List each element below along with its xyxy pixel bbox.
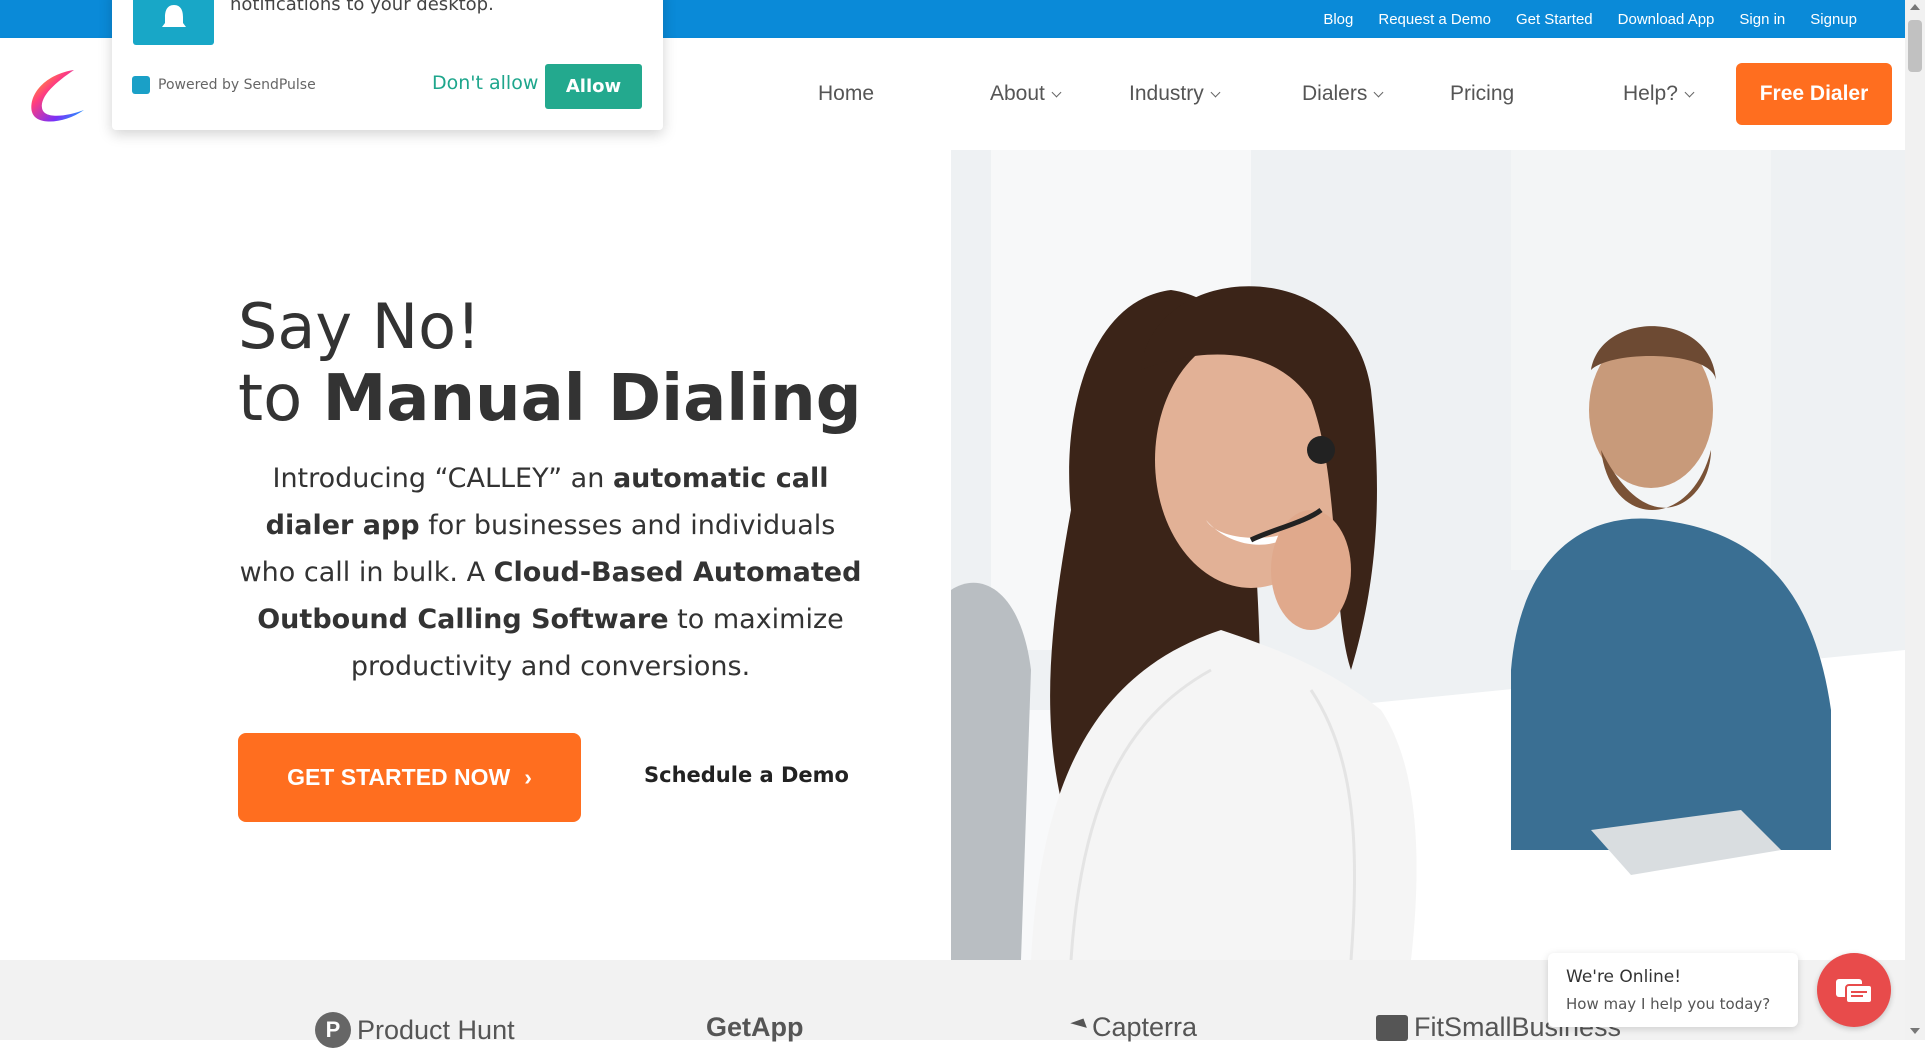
nav-industry-label: Industry xyxy=(1129,82,1204,105)
hero-intro: Introducing “CALLEY” an automatic call d… xyxy=(238,455,863,690)
dont-allow-button[interactable]: Don't allow xyxy=(432,72,538,94)
page-scrollbar[interactable] xyxy=(1905,0,1925,1040)
chevron-down-icon xyxy=(1684,87,1695,97)
popup-message: notifications to your desktop. xyxy=(230,0,494,15)
free-dialer-button[interactable]: Free Dialer xyxy=(1736,63,1892,125)
nav-about[interactable]: About xyxy=(990,82,1062,106)
chat-greeting-bubble[interactable]: We're Online! How may I help you today? xyxy=(1548,953,1798,1027)
powered-by-label: Powered by SendPulse xyxy=(132,76,316,94)
chevron-down-icon xyxy=(1051,87,1062,97)
briefcase-icon xyxy=(1376,1014,1408,1041)
nav-industry[interactable]: Industry xyxy=(1129,82,1221,106)
chat-icon xyxy=(1836,979,1873,1004)
nav-about-label: About xyxy=(990,82,1045,105)
capterra-logo[interactable]: Capterra xyxy=(1057,1012,1198,1043)
allow-button[interactable]: Allow xyxy=(545,64,642,109)
nav-dialers[interactable]: Dialers xyxy=(1302,82,1384,106)
scrollbar-thumb[interactable] xyxy=(1908,20,1922,72)
cta-label: GET STARTED NOW xyxy=(287,764,511,790)
capterra-label: Capterra xyxy=(1092,1012,1198,1042)
sign-in-link[interactable]: Sign in xyxy=(1739,11,1785,28)
chevron-down-icon xyxy=(1373,87,1384,97)
product-hunt-label: Product Hunt xyxy=(357,1014,515,1045)
sendpulse-icon xyxy=(132,76,150,94)
request-demo-link[interactable]: Request a Demo xyxy=(1378,11,1491,28)
get-started-now-button[interactable]: GET STARTED NOW › xyxy=(238,733,581,822)
call-center-photo xyxy=(951,150,1905,960)
nav-dialers-label: Dialers xyxy=(1302,82,1368,105)
nav-help[interactable]: Help? xyxy=(1623,82,1695,106)
chat-subtitle: How may I help you today? xyxy=(1566,995,1771,1013)
chevron-down-icon xyxy=(1210,87,1221,97)
capterra-arrow-icon xyxy=(1057,1018,1087,1037)
product-hunt-logo[interactable]: P Product Hunt xyxy=(315,1012,515,1048)
top-links: Blog Request a Demo Get Started Download… xyxy=(1323,0,1857,38)
chevron-right-icon: › xyxy=(524,764,532,790)
signup-link[interactable]: Signup xyxy=(1810,11,1857,28)
scroll-up-arrow-icon[interactable] xyxy=(1910,4,1920,10)
product-hunt-icon: P xyxy=(315,1012,351,1048)
bell-glyph xyxy=(161,4,186,27)
hero-heading-line1: Say No! xyxy=(238,290,481,363)
getapp-label: GetApp xyxy=(706,1012,804,1042)
blog-link[interactable]: Blog xyxy=(1323,11,1353,28)
nav-help-label: Help? xyxy=(1623,82,1678,105)
chat-title: We're Online! xyxy=(1566,967,1682,987)
nav-pricing-label: Pricing xyxy=(1450,82,1515,105)
get-started-link[interactable]: Get Started xyxy=(1516,11,1593,28)
nav-home[interactable]: Home xyxy=(818,82,874,106)
hero-heading-bold: Manual Dialing xyxy=(322,362,862,436)
hero-photo xyxy=(951,150,1905,960)
notification-permission-popup: notifications to your desktop. Powered b… xyxy=(112,0,663,130)
download-app-link[interactable]: Download App xyxy=(1618,11,1715,28)
bell-icon xyxy=(133,0,214,45)
nav-home-label: Home xyxy=(818,82,875,105)
powered-by-text: Powered by SendPulse xyxy=(158,77,316,93)
nav-pricing[interactable]: Pricing xyxy=(1450,82,1514,106)
hero-heading-prefix: to xyxy=(238,362,323,436)
chat-open-button[interactable] xyxy=(1817,953,1891,1027)
getapp-logo[interactable]: GetApp xyxy=(706,1012,804,1043)
schedule-demo-link[interactable]: Schedule a Demo xyxy=(644,763,849,787)
intro-text-1: Introducing “CALLEY” an xyxy=(272,463,613,494)
hero-heading-line2: to Manual Dialing xyxy=(238,362,862,436)
scroll-down-arrow-icon[interactable] xyxy=(1910,1028,1920,1034)
calley-logo[interactable] xyxy=(24,64,90,128)
